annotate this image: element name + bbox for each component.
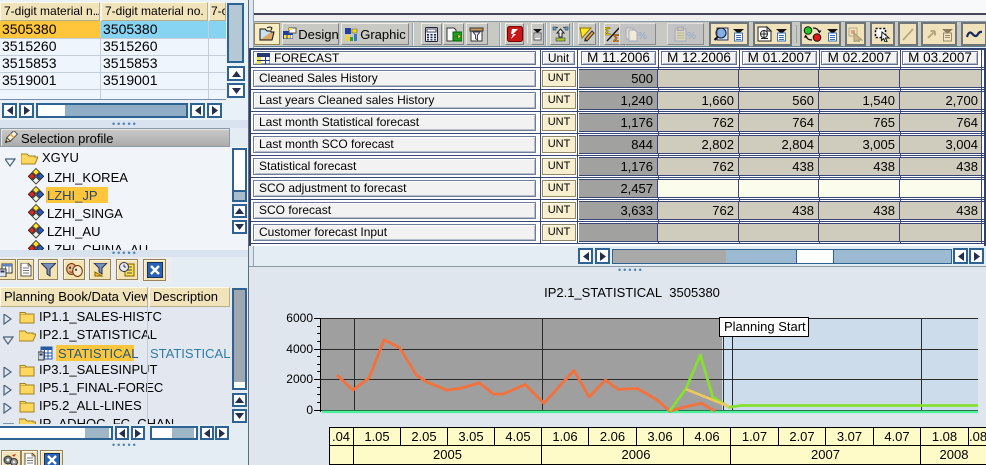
svg-text:Σ: Σ — [605, 26, 611, 38]
svg-text:%: % — [638, 31, 647, 42]
svg-text:%: % — [687, 31, 696, 42]
